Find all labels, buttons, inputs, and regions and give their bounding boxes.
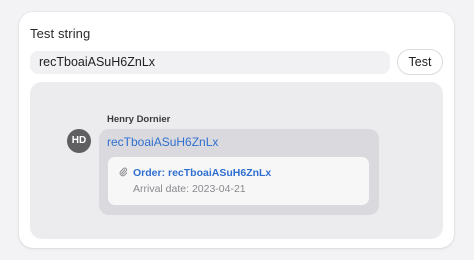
avatar: HD <box>67 129 91 153</box>
message-link[interactable]: recTboaiASuH6ZnLx <box>107 135 218 149</box>
test-string-label: Test string <box>30 26 91 41</box>
paperclip-icon <box>119 167 128 177</box>
attachment-title[interactable]: Order: recTboaiASuH6ZnLx <box>133 167 271 179</box>
test-button[interactable]: Test <box>397 49 443 75</box>
attachment-subtitle: Arrival date: 2023-04-21 <box>133 183 246 195</box>
test-string-input[interactable]: recTboaiASuH6ZnLx <box>30 51 390 74</box>
author-name: Henry Dornier <box>107 114 171 125</box>
attachment-card[interactable] <box>108 157 369 205</box>
